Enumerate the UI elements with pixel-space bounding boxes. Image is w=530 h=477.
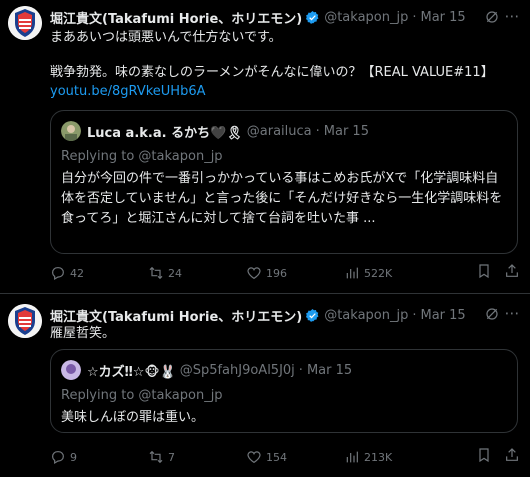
action-bar: 9 7 154 213K xyxy=(50,447,520,467)
author-name[interactable]: 堀江貴文(Takafumi Horie、ホリエモン) xyxy=(50,306,302,325)
avatar-image-icon xyxy=(8,304,42,338)
more-icon[interactable]: ⋯ xyxy=(502,304,522,324)
retweet-button[interactable]: 24 xyxy=(148,263,246,283)
quoted-tweet-date[interactable]: Mar 15 xyxy=(307,363,352,378)
like-icon xyxy=(247,267,261,280)
views-count: 213K xyxy=(364,450,393,464)
quoted-author-avatar xyxy=(61,121,81,141)
author-avatar[interactable] xyxy=(8,6,42,40)
quoted-author-avatar xyxy=(61,360,81,380)
reply-icon xyxy=(52,267,64,281)
reply-button[interactable]: 9 xyxy=(50,447,148,467)
tweet-text-line: まああいつは頭悪いんで仕方ないです。 xyxy=(50,30,282,45)
quoted-tweet-header: Luca a.k.a. るかち🖤🎗 @arailuca · Mar 15 xyxy=(61,121,369,141)
quoted-tweet-header: ☆カズ‼☆🐵🐰 @Sp5fahJ9oAl5J0j · Mar 15 xyxy=(61,360,352,380)
author-avatar[interactable] xyxy=(8,304,42,338)
quoted-author-name[interactable]: Luca a.k.a. るかち🖤🎗 xyxy=(87,122,243,141)
dot-separator: · xyxy=(412,307,417,323)
quoted-tweet-text: 美味しんぼの罪は重い。 xyxy=(61,410,205,425)
verified-badge-icon xyxy=(306,308,319,322)
dot-separator: · xyxy=(315,123,320,139)
grok-icon[interactable] xyxy=(484,9,500,25)
reply-count: 9 xyxy=(70,450,77,464)
views-icon xyxy=(346,451,358,463)
like-button[interactable]: 154 xyxy=(246,447,344,467)
verified-badge-icon xyxy=(306,10,319,24)
like-count: 154 xyxy=(266,450,287,464)
like-count: 196 xyxy=(266,266,287,280)
retweet-count: 7 xyxy=(168,450,175,464)
views-button[interactable]: 522K xyxy=(344,263,442,283)
replying-to: Replying to @takapon_jp xyxy=(61,149,223,164)
retweet-button[interactable]: 7 xyxy=(148,447,246,467)
quoted-author-handle[interactable]: @arailuca xyxy=(247,124,312,139)
reply-button[interactable]: 42 xyxy=(50,263,148,283)
tweet-header: 堀江貴文(Takafumi Horie、ホリエモン) @takapon_jp ·… xyxy=(50,304,466,326)
tweet-date[interactable]: Mar 15 xyxy=(420,308,465,323)
quoted-tweet-text: 自分が今回の件で一番引っかかっている事はこめお氏がXで「化学調味料自体を否定して… xyxy=(61,171,503,226)
author-handle[interactable]: @takapon_jp xyxy=(324,10,408,25)
tweet[interactable]: 堀江貴文(Takafumi Horie、ホリエモン) @takapon_jp ·… xyxy=(0,294,530,477)
replying-to: Replying to @takapon_jp xyxy=(61,388,223,403)
tweet-header: 堀江貴文(Takafumi Horie、ホリエモン) @takapon_jp ·… xyxy=(50,6,466,28)
retweet-count: 24 xyxy=(168,266,182,280)
tweet[interactable]: 堀江貴文(Takafumi Horie、ホリエモン) @takapon_jp ·… xyxy=(0,0,530,293)
quoted-author-handle[interactable]: @Sp5fahJ9oAl5J0j xyxy=(180,363,295,378)
retweet-icon xyxy=(149,266,163,280)
avatar-image-icon xyxy=(8,6,42,40)
action-bar: 42 24 196 522K xyxy=(50,263,520,283)
more-icon[interactable]: ⋯ xyxy=(502,7,522,27)
quoted-tweet-date[interactable]: Mar 15 xyxy=(324,124,369,139)
grok-icon[interactable] xyxy=(484,306,500,322)
quoted-tweet[interactable]: ☆カズ‼☆🐵🐰 @Sp5fahJ9oAl5J0j · Mar 15 Replyi… xyxy=(50,349,518,433)
dot-separator: · xyxy=(412,9,417,25)
like-button[interactable]: 196 xyxy=(246,263,344,283)
quoted-author-name[interactable]: ☆カズ‼☆🐵🐰 xyxy=(87,361,176,380)
reply-icon xyxy=(52,451,64,465)
tweet-date[interactable]: Mar 15 xyxy=(420,10,465,25)
quoted-tweet[interactable]: Luca a.k.a. るかち🖤🎗 @arailuca · Mar 15 Rep… xyxy=(50,110,518,254)
share-icon[interactable] xyxy=(504,263,520,279)
retweet-icon xyxy=(149,450,163,464)
like-icon xyxy=(247,451,261,464)
views-button[interactable]: 213K xyxy=(344,447,442,467)
tweet-link[interactable]: youtu.be/8gRVkeUHb6A xyxy=(50,82,206,102)
bookmark-icon[interactable] xyxy=(476,263,492,279)
author-name[interactable]: 堀江貴文(Takafumi Horie、ホリエモン) xyxy=(50,8,302,27)
share-icon[interactable] xyxy=(504,447,520,463)
views-count: 522K xyxy=(364,266,393,280)
tweet-text-line: 雁屋哲笑。 xyxy=(50,326,116,341)
dot-separator: · xyxy=(298,362,303,378)
author-handle[interactable]: @takapon_jp xyxy=(324,308,408,323)
bookmark-icon[interactable] xyxy=(476,447,492,463)
tweet-text-line: 戦争勃発。味の素なしのラーメンがそんなに偉いの？【REAL VALUE#11】 xyxy=(50,65,494,80)
views-icon xyxy=(346,267,358,279)
reply-count: 42 xyxy=(70,266,84,280)
